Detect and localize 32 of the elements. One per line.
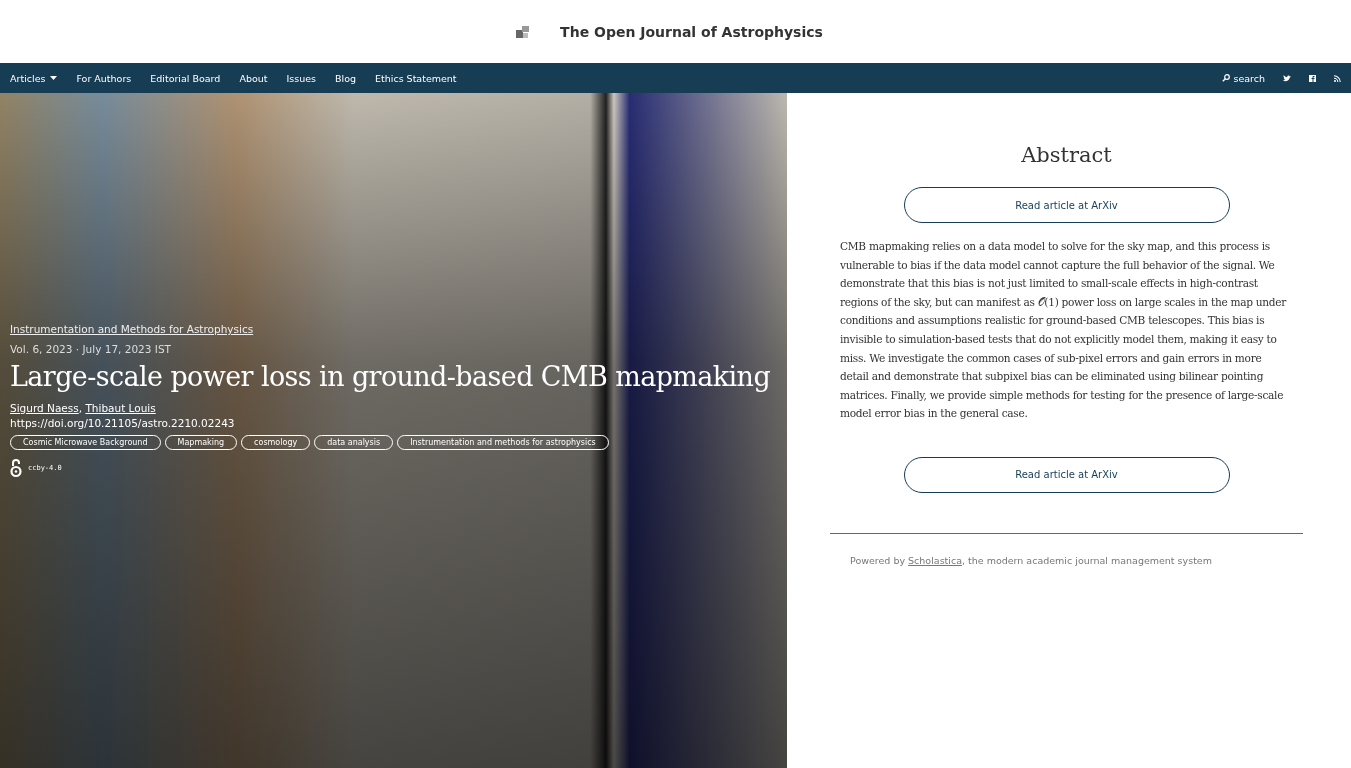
article-title: Large-scale power loss in ground-based CMB mapmaking [10, 360, 771, 394]
caret-icon [50, 76, 58, 80]
nav-link[interactable]: About [239, 72, 268, 84]
read-article-button[interactable]: Read article at ArXiv [903, 187, 1230, 223]
logo-icon [516, 24, 531, 39]
search-icon [1222, 74, 1231, 82]
twitter-link[interactable] [1283, 74, 1291, 82]
nav-link[interactable]: Issues [286, 72, 316, 84]
nav-link[interactable]: For Authors [76, 72, 132, 84]
abstract-heading: Abstract [1021, 143, 1112, 167]
open-access-icon [10, 458, 22, 479]
search-link[interactable]: search [1222, 72, 1265, 84]
facebook-icon [1309, 74, 1316, 82]
facebook-link[interactable] [1309, 74, 1316, 82]
rss-link[interactable] [1334, 74, 1341, 82]
bird-icon [1283, 74, 1291, 82]
author-list: Sigurd Naess, Thibaut Louis [10, 402, 156, 415]
article-meta: Vol. 6, 2023 · July 17, 2023 IST [10, 343, 171, 355]
rss-icon [1334, 74, 1341, 82]
section-link[interactable]: Instrumentation and Methods for Astrophysics [10, 323, 254, 335]
nav-link[interactable]: Articles [10, 72, 58, 84]
read-article-button[interactable]: Read article at ArXiv [903, 456, 1230, 493]
author-link[interactable]: Sigurd Naess [10, 402, 79, 415]
author-link[interactable]: Thibaut Louis [85, 402, 156, 415]
abstract-text: CMB mapmaking relies on a data model to solve for the sky map, and this process is vulnerable to bias if the data model cannot capture the full behavior of the signal. We demonstrate that this bias is not just limited to small-scale effects in high-contrast regions of the sky, but can manifest as 𝒪(1) power loss on large scales in the map under conditions and assumptions realistic for ground-based CMB telescopes. This bias is invisible to simulation-based tests that do not explicitly model them, making it easy to miss. We investigate the common cases of sub-pixel errors and gain errors in more detail and demonstrate that subpixel bias can be eliminated using bilinear pointing matrices. Finally, we provide simple methods for testing for the presence of large-scale model error bias in the general case. [840, 239, 1288, 422]
nav-link[interactable]: Blog [335, 72, 356, 84]
nav-link[interactable]: Editorial Board [150, 72, 221, 84]
scholastica-link[interactable]: Scholastica [908, 554, 962, 566]
footer-text: Powered by Scholastica, the modern academic journal management system [850, 554, 1212, 566]
journal-title[interactable]: The Open Journal of Astrophysics [560, 23, 823, 40]
doi-link[interactable]: https://doi.org/10.21105/astro.2210.02243 [10, 417, 235, 430]
nav-link[interactable]: Ethics Statement [375, 72, 457, 84]
